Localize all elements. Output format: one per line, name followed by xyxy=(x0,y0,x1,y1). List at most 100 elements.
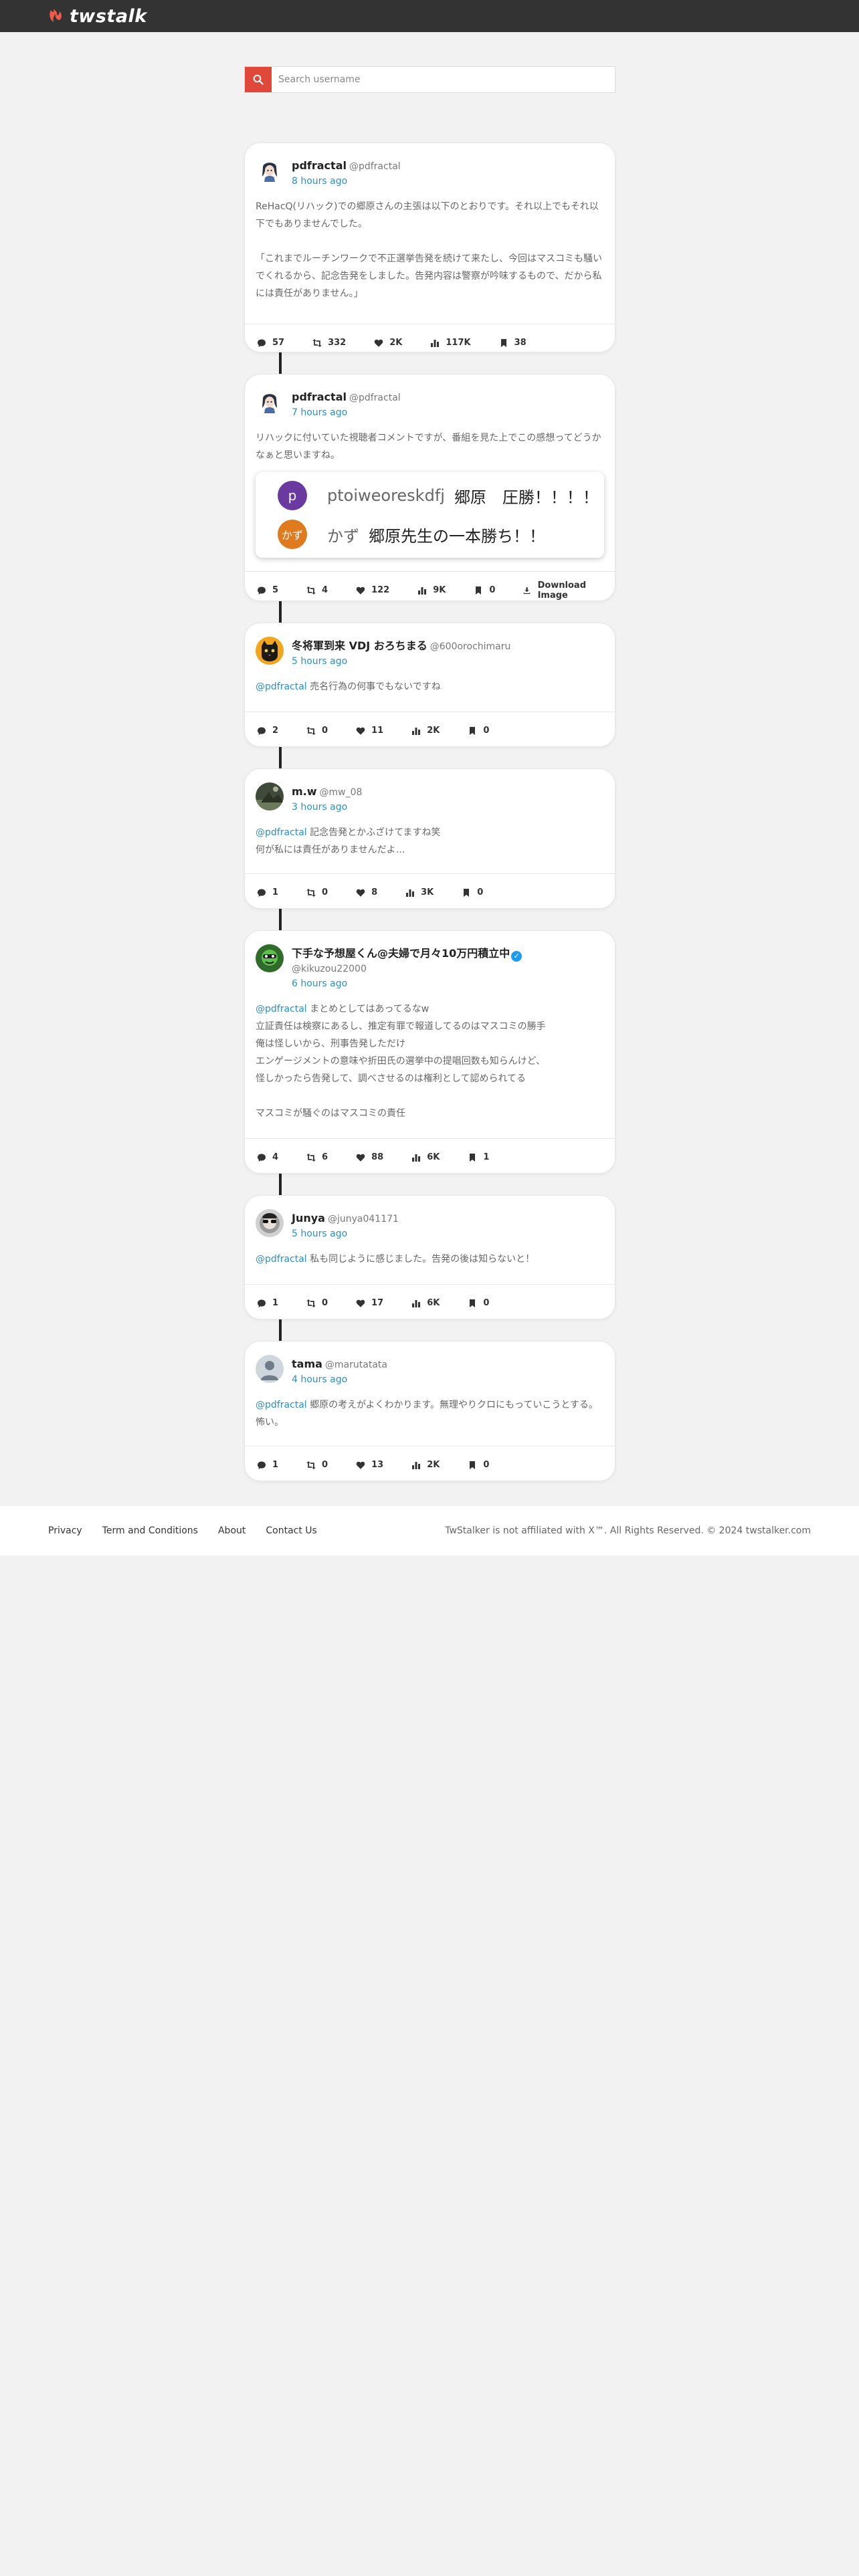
like-button[interactable]: 88 xyxy=(356,1152,383,1162)
like-button[interactable]: 8 xyxy=(356,887,377,897)
user-handle[interactable]: @mw_08 xyxy=(320,787,363,798)
photo-avatar[interactable] xyxy=(256,782,284,811)
post-time[interactable]: 5 hours ago xyxy=(292,654,510,669)
thread-connector xyxy=(279,909,282,930)
anime-girl-avatar[interactable] xyxy=(256,156,284,185)
footer-link-privacy[interactable]: Privacy xyxy=(48,1525,82,1536)
display-name[interactable]: pdfractal xyxy=(292,391,347,403)
tweet-card[interactable]: tama @marutatata 4 hours ago @pdfractal 郷… xyxy=(244,1341,615,1481)
heart-icon xyxy=(356,1154,365,1162)
post-stats: 5 4 122 9K 0 Download Image xyxy=(245,571,615,609)
reply-count: 5 xyxy=(272,585,279,595)
like-button[interactable]: 11 xyxy=(356,726,383,736)
post-time[interactable]: 3 hours ago xyxy=(292,800,362,815)
tweet-card[interactable]: 下手な予想屋くん@夫婦で月々10万円積立中 ✓ @kikuzou22000 6 h… xyxy=(244,930,615,1174)
retweet-button[interactable]: 6 xyxy=(306,1152,328,1162)
post-body: @pdfractal 記念告発とかふざけてますね笑 何が私には責任がありませんだ… xyxy=(245,815,615,873)
search-icon xyxy=(253,74,264,85)
reply-button[interactable]: 1 xyxy=(257,1298,278,1308)
bar-chart-icon xyxy=(412,1154,421,1162)
mention-link[interactable]: @pdfractal xyxy=(256,827,307,838)
post-time[interactable]: 4 hours ago xyxy=(292,1372,387,1387)
mention-link[interactable]: @pdfractal xyxy=(256,681,307,692)
reply-button[interactable]: 5 xyxy=(257,585,278,595)
reply-button[interactable]: 57 xyxy=(257,338,284,348)
like-count: 11 xyxy=(371,726,384,736)
like-button[interactable]: 17 xyxy=(356,1298,383,1308)
like-count: 17 xyxy=(371,1298,384,1308)
sunglasses-avatar[interactable] xyxy=(256,1209,284,1237)
post-time[interactable]: 8 hours ago xyxy=(292,174,401,189)
like-button[interactable]: 13 xyxy=(356,1460,383,1470)
views-stat: 6K xyxy=(411,1298,440,1308)
like-button[interactable]: 122 xyxy=(356,585,389,595)
display-name[interactable]: m.w xyxy=(292,785,317,798)
post-time[interactable]: 5 hours ago xyxy=(292,1226,399,1241)
display-name[interactable]: tama xyxy=(292,1358,322,1370)
retweet-button[interactable]: 4 xyxy=(306,585,328,595)
cat-avatar[interactable] xyxy=(256,637,284,665)
footer-link-terms[interactable]: Term and Conditions xyxy=(102,1525,198,1536)
bar-chart-icon xyxy=(431,339,440,347)
user-handle[interactable]: @pdfractal xyxy=(349,393,401,403)
view-count: 2K xyxy=(427,1460,440,1470)
search-input[interactable] xyxy=(272,67,615,92)
tweet-card[interactable]: Junya @junya041171 5 hours ago @pdfractal… xyxy=(244,1195,615,1319)
site-logo[interactable]: twstalk xyxy=(47,6,147,27)
mention-link[interactable]: @pdfractal xyxy=(256,1254,307,1265)
user-handle[interactable]: @junya041171 xyxy=(328,1214,399,1224)
retweet-button[interactable]: 0 xyxy=(306,1460,328,1470)
display-name[interactable]: Junya xyxy=(292,1212,325,1224)
bookmark-button[interactable]: 38 xyxy=(499,338,527,348)
user-handle[interactable]: @pdfractal xyxy=(349,161,401,172)
mention-link[interactable]: @pdfractal xyxy=(256,1004,307,1014)
user-handle[interactable]: @marutatata xyxy=(325,1360,387,1370)
bookmark-button[interactable]: 0 xyxy=(462,887,483,897)
post-time[interactable]: 6 hours ago xyxy=(292,976,522,991)
tweet-card[interactable]: m.w @mw_08 3 hours ago @pdfractal 記念告発とかふ… xyxy=(244,768,615,909)
bookmark-button[interactable]: 1 xyxy=(468,1152,489,1162)
bookmark-icon xyxy=(470,1299,476,1307)
tweet-card[interactable]: pdfractal @pdfractal 8 hours ago ReHacQ(リ… xyxy=(244,142,615,352)
display-name[interactable]: 下手な予想屋くん@夫婦で月々10万円積立中 xyxy=(292,947,510,960)
reply-icon xyxy=(258,1154,266,1162)
heart-icon xyxy=(356,1461,365,1469)
user-handle[interactable]: @kikuzou22000 xyxy=(292,962,522,976)
comment-author: ptoiweoreskdfj xyxy=(327,486,445,505)
embedded-image[interactable]: p ptoiweoreskdfj 郷原 圧勝！！！！ かず かず 郷原先生の一本… xyxy=(256,472,604,558)
footer-link-about[interactable]: About xyxy=(218,1525,246,1536)
default-avatar[interactable] xyxy=(256,1355,284,1383)
reply-count: 57 xyxy=(272,338,285,348)
bar-chart-icon xyxy=(412,1299,421,1307)
retweet-button[interactable]: 332 xyxy=(312,338,346,348)
retweet-button[interactable]: 0 xyxy=(306,887,328,897)
bookmark-count: 0 xyxy=(483,1460,490,1470)
retweet-button[interactable]: 0 xyxy=(306,726,328,736)
tweet-card[interactable]: 冬将軍到来 VDJ おろちまる @600orochimaru 5 hours ag… xyxy=(244,623,615,747)
retweet-count: 0 xyxy=(322,1460,328,1470)
post-time[interactable]: 7 hours ago xyxy=(292,405,401,420)
reply-button[interactable]: 2 xyxy=(257,726,278,736)
retweet-count: 0 xyxy=(322,887,328,897)
user-handle[interactable]: @600orochimaru xyxy=(430,641,511,652)
search-button[interactable] xyxy=(245,67,272,92)
post-body: @pdfractal 郷原の考えがよくわかります。無理やりクロにもっていこうとす… xyxy=(245,1387,615,1446)
mention-link[interactable]: @pdfractal xyxy=(256,1400,307,1410)
like-count: 13 xyxy=(371,1460,384,1470)
reply-button[interactable]: 1 xyxy=(257,1460,278,1470)
reply-button[interactable]: 4 xyxy=(257,1152,278,1162)
bookmark-button[interactable]: 0 xyxy=(468,1298,489,1308)
reply-button[interactable]: 1 xyxy=(257,887,278,897)
like-button[interactable]: 2K xyxy=(374,338,402,348)
tweet-card[interactable]: pdfractal @pdfractal 7 hours ago リハックに付いて… xyxy=(244,374,615,601)
green-character-avatar[interactable] xyxy=(256,944,284,972)
bookmark-button[interactable]: 0 xyxy=(468,1460,489,1470)
display-name[interactable]: 冬将軍到来 VDJ おろちまる xyxy=(292,639,427,652)
bookmark-button[interactable]: 0 xyxy=(474,585,495,595)
footer-link-contact[interactable]: Contact Us xyxy=(266,1525,316,1536)
anime-girl-avatar[interactable] xyxy=(256,388,284,416)
download-image-button[interactable]: Download Image xyxy=(523,580,603,601)
retweet-button[interactable]: 0 xyxy=(306,1298,328,1308)
bookmark-button[interactable]: 0 xyxy=(468,726,489,736)
display-name[interactable]: pdfractal xyxy=(292,159,347,172)
